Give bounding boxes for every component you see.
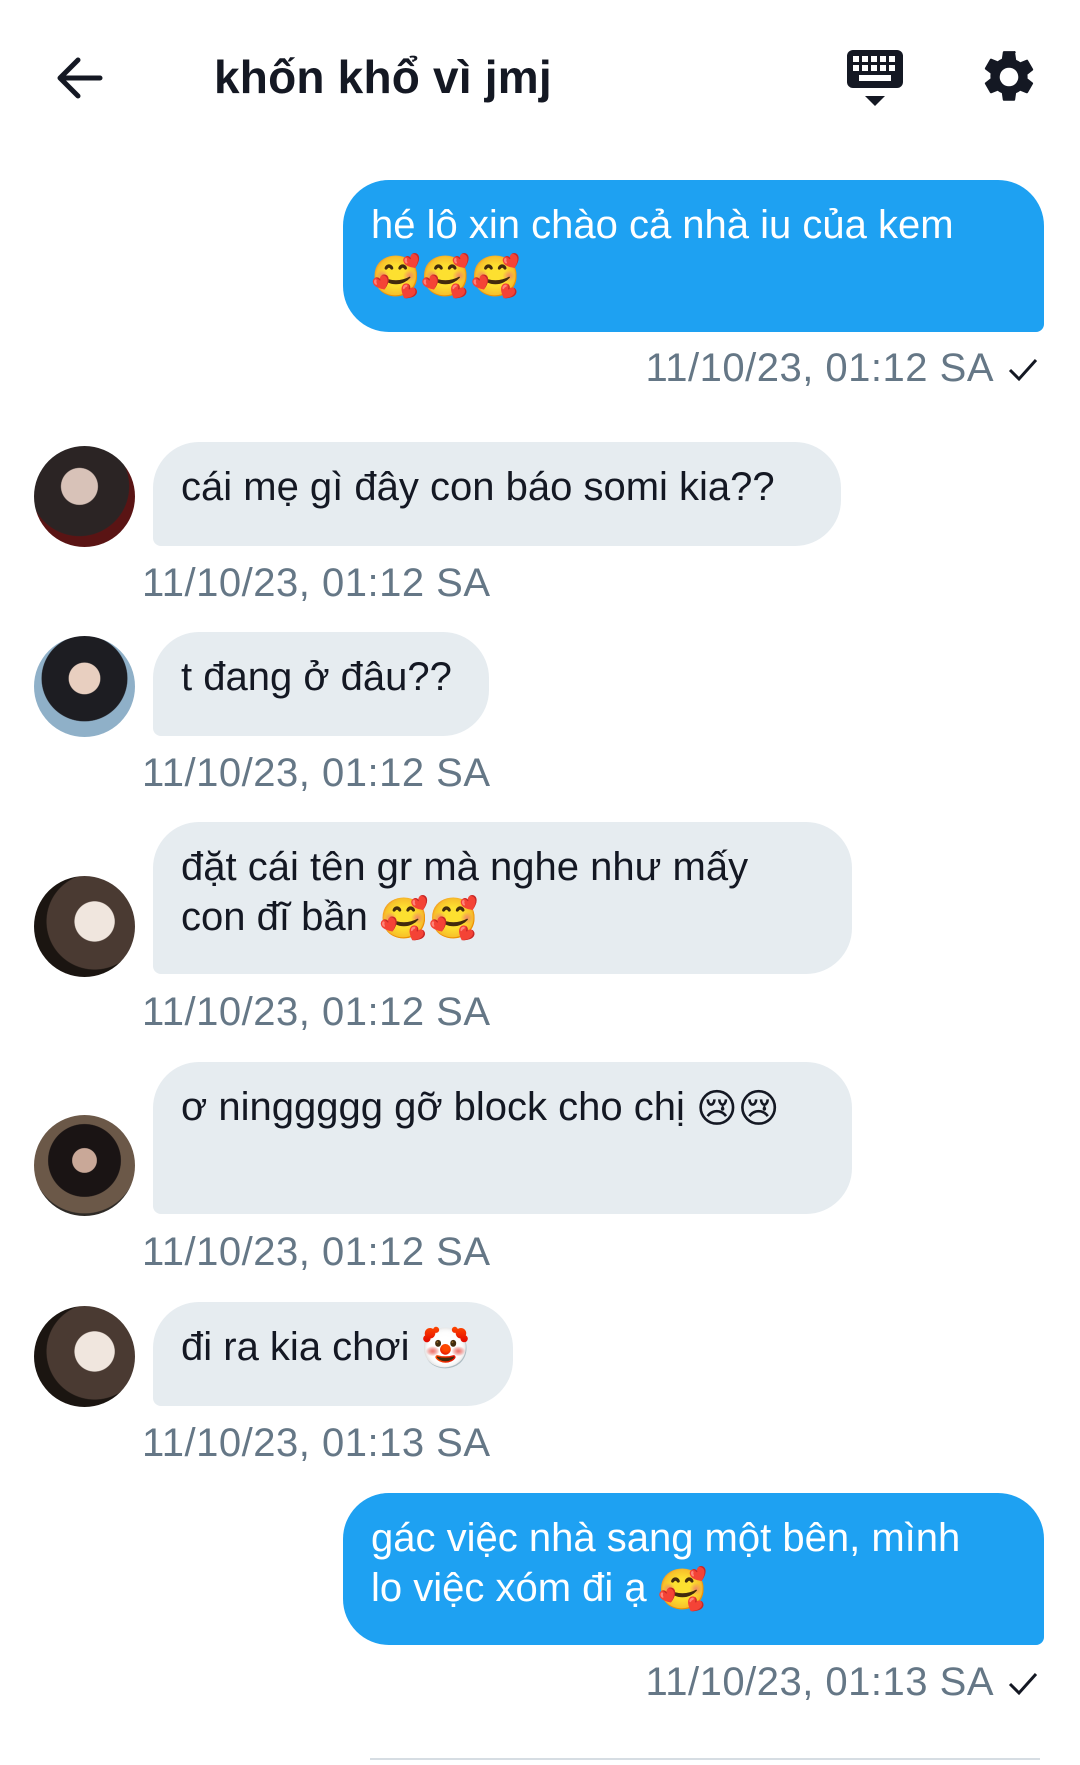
message-timestamp: 11/10/23, 01:12 SA xyxy=(142,751,491,795)
message-timestamp: 11/10/23, 01:12 SA xyxy=(142,561,491,605)
message-bubble-incoming[interactable]: cái mẹ gì đây con báo somi kia?? xyxy=(153,442,841,546)
message-list: hé lô xin chào cả nhà iu của kem 🥰🥰🥰 11/… xyxy=(0,0,1080,1765)
message-timestamp: 11/10/23, 01:13 SA xyxy=(645,1660,1040,1705)
timestamp-text: 11/10/23, 01:12 SA xyxy=(645,346,994,390)
message-bubble-incoming[interactable]: ơ ninggggg gỡ block cho chị 😢😢 xyxy=(153,1062,852,1214)
message-text: t đang ở đâu?? xyxy=(181,655,452,699)
message-text: ơ ninggggg gỡ block cho chị xyxy=(181,1085,685,1129)
avatar[interactable] xyxy=(34,446,135,547)
message-text-line-2: con đĩ bần xyxy=(181,895,368,939)
smiling-face-with-hearts-emoji: 🥰 xyxy=(657,1568,708,1613)
smiling-face-with-hearts-emoji: 🥰🥰 xyxy=(378,897,479,942)
message-timestamp: 11/10/23, 01:12 SA xyxy=(142,1230,491,1274)
message-text-line-1: đặt cái tên gr mà nghe như mấy xyxy=(181,845,749,889)
avatar[interactable] xyxy=(34,636,135,737)
message-bubble-outgoing[interactable]: gác việc nhà sang một bên, mình lo việc … xyxy=(343,1493,1044,1645)
check-icon xyxy=(1008,358,1038,381)
message-text-line-1: gác việc nhà sang một bên, mình xyxy=(371,1516,961,1560)
message-timestamp: 11/10/23, 01:12 SA xyxy=(142,990,491,1034)
smiling-face-with-hearts-emoji: 🥰🥰🥰 xyxy=(371,255,521,300)
avatar[interactable] xyxy=(34,1115,135,1216)
message-text: đi ra kia chơi xyxy=(181,1325,410,1369)
message-text: hé lô xin chào cả nhà iu của kem xyxy=(371,203,954,247)
message-text: cái mẹ gì đây con báo somi kia?? xyxy=(181,465,775,509)
message-timestamp: 11/10/23, 01:12 SA xyxy=(645,346,1040,391)
check-icon xyxy=(1008,1672,1038,1695)
clown-face-emoji: 🤡 xyxy=(420,1327,471,1372)
message-bubble-incoming[interactable]: đặt cái tên gr mà nghe như mấy con đĩ bầ… xyxy=(153,822,852,974)
avatar[interactable] xyxy=(34,1306,135,1407)
message-timestamp: 11/10/23, 01:13 SA xyxy=(142,1421,491,1465)
timestamp-text: 11/10/23, 01:13 SA xyxy=(645,1660,994,1704)
avatar[interactable] xyxy=(34,876,135,977)
message-text-line-2: lo việc xóm đi ạ xyxy=(371,1566,647,1610)
message-bubble-outgoing[interactable]: hé lô xin chào cả nhà iu của kem 🥰🥰🥰 xyxy=(343,180,1044,332)
compose-bar-edge xyxy=(370,1758,1040,1765)
dm-conversation-screen: khốn khổ vì jmj hé lô xin chào cả nhà iu… xyxy=(0,0,1080,1765)
crying-face-emoji: 😢😢 xyxy=(696,1087,780,1132)
message-bubble-incoming[interactable]: đi ra kia chơi 🤡 xyxy=(153,1302,513,1406)
message-bubble-incoming[interactable]: t đang ở đâu?? xyxy=(153,632,489,736)
